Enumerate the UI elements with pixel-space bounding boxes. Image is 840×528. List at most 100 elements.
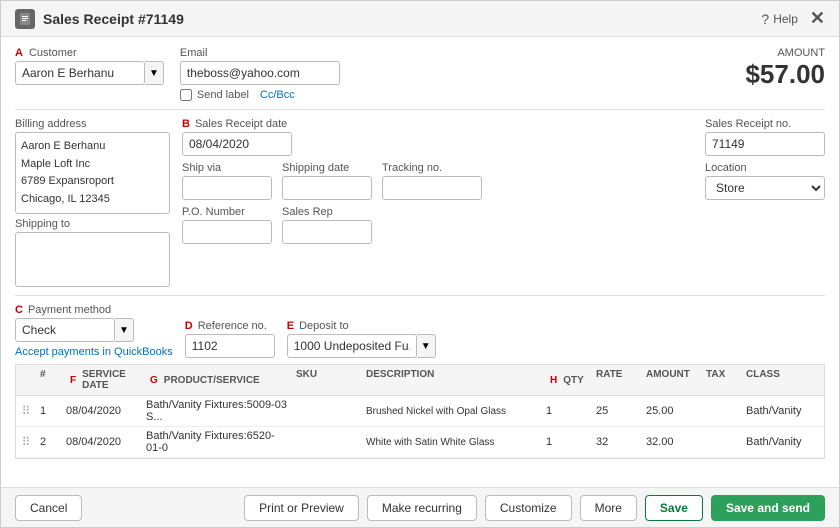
billing-line4: Chicago, IL 12345 — [21, 193, 110, 205]
billing-label: Billing address — [15, 118, 170, 130]
row-date[interactable]: 08/04/2020 — [62, 436, 142, 448]
col-service-date: F SERVICE DATE — [62, 369, 142, 391]
fields-row-1: B Sales Receipt date Sales Receipt no. — [182, 118, 825, 156]
billing-line1: Aaron E Berhanu — [21, 140, 105, 152]
divider-2 — [15, 295, 825, 296]
row-description: White with Satin White Glass — [362, 437, 542, 448]
table-header: # F SERVICE DATE G PRODUCT/SERVICE SKU D… — [16, 365, 824, 396]
row-product[interactable]: Bath/Vanity Fixtures:6520-01-0 — [142, 430, 292, 454]
send-label-row: Send label Cc/Bcc — [180, 89, 340, 101]
shipping-date-input[interactable] — [282, 176, 372, 200]
send-label-text: Send label — [197, 89, 249, 101]
col-product: G PRODUCT/SERVICE — [142, 369, 292, 391]
mid-section: Billing address Aaron E Berhanu Maple Lo… — [15, 118, 825, 287]
shipping-date-group: Shipping date — [282, 162, 372, 200]
section-label-d: D — [185, 320, 193, 332]
location-label: Location — [705, 162, 825, 174]
deposit-dropdown-arrow[interactable]: ▼ — [417, 334, 436, 358]
row-rate[interactable]: 25 — [592, 405, 642, 417]
right-fields: B Sales Receipt date Sales Receipt no. S… — [182, 118, 825, 287]
header-left: Sales Receipt #71149 — [15, 9, 184, 29]
drag-handle[interactable]: ⠿ — [16, 435, 36, 449]
email-input[interactable] — [180, 61, 340, 85]
row-rate[interactable]: 32 — [592, 436, 642, 448]
save-and-send-button[interactable]: Save and send — [711, 495, 825, 521]
save-button[interactable]: Save — [645, 495, 703, 521]
receipt-no-input[interactable] — [705, 132, 825, 156]
section-label-b: B — [182, 118, 190, 130]
reference-group: D Reference no. — [185, 320, 275, 358]
col-description: DESCRIPTION — [362, 369, 542, 391]
modal-body: A Customer ▼ Email Send label Cc/Bcc A — [1, 37, 839, 487]
table-row: ⠿ 2 08/04/2020 Bath/Vanity Fixtures:6520… — [16, 427, 824, 458]
section-label-c: C — [15, 304, 23, 316]
amount-value: $57.00 — [745, 59, 825, 90]
payment-label: Payment method — [28, 304, 111, 316]
customize-button[interactable]: Customize — [485, 495, 572, 521]
sales-rep-label: Sales Rep — [282, 206, 372, 218]
amount-label: AMOUNT — [745, 47, 825, 59]
shipping-date-label: Shipping date — [282, 162, 372, 174]
location-group: Location Store — [705, 162, 825, 200]
section-label-h: H — [546, 375, 561, 386]
row-qty[interactable]: 1 — [542, 436, 592, 448]
receipt-date-input[interactable] — [182, 132, 292, 156]
shipping-label: Shipping to — [15, 218, 170, 230]
ship-via-group: Ship via — [182, 162, 272, 200]
reference-input[interactable] — [185, 334, 275, 358]
print-preview-button[interactable]: Print or Preview — [244, 495, 359, 521]
footer-left: Cancel — [15, 495, 82, 521]
receipt-icon — [15, 9, 35, 29]
section-label-e: E — [287, 320, 294, 332]
sales-rep-input[interactable] — [282, 220, 372, 244]
drag-handle[interactable]: ⠿ — [16, 404, 36, 418]
billing-line3: 6789 Expansroport — [21, 175, 114, 187]
shipping-group: Shipping to — [15, 218, 170, 287]
po-number-input[interactable] — [182, 220, 272, 244]
col-drag — [16, 369, 36, 391]
billing-line2: Maple Loft Inc — [21, 158, 90, 170]
tracking-no-group: Tracking no. — [382, 162, 482, 200]
ship-via-input[interactable] — [182, 176, 272, 200]
row-amount: 25.00 — [642, 405, 702, 417]
top-row: A Customer ▼ Email Send label Cc/Bcc A — [15, 47, 825, 101]
line-items-table: # F SERVICE DATE G PRODUCT/SERVICE SKU D… — [15, 364, 825, 459]
location-select[interactable]: Store — [705, 176, 825, 200]
help-button[interactable]: ? Help — [761, 11, 797, 27]
customer-input[interactable] — [15, 61, 145, 85]
customer-dropdown-arrow[interactable]: ▼ — [145, 61, 164, 85]
row-num: 2 — [36, 436, 62, 448]
cc-bcc-link[interactable]: Cc/Bcc — [260, 89, 295, 101]
tracking-no-input[interactable] — [382, 176, 482, 200]
make-recurring-button[interactable]: Make recurring — [367, 495, 477, 521]
payment-input[interactable] — [15, 318, 115, 342]
payment-dropdown-arrow[interactable]: ▼ — [115, 318, 134, 342]
row-product[interactable]: Bath/Vanity Fixtures:5009-03 S... — [142, 399, 292, 423]
col-qty: H QTY — [542, 369, 592, 391]
col-tax: TAX — [702, 369, 742, 391]
accept-link[interactable]: Accept payments in QuickBooks — [15, 346, 173, 358]
row-qty[interactable]: 1 — [542, 405, 592, 417]
modal-header: Sales Receipt #71149 ? Help ✕ — [1, 1, 839, 37]
fields-row-2: Ship via Shipping date Tracking no. Loca… — [182, 162, 825, 200]
receipt-date-label: Sales Receipt date — [195, 118, 287, 130]
row-date[interactable]: 08/04/2020 — [62, 405, 142, 417]
row-num: 1 — [36, 405, 62, 417]
section-label-a: A — [15, 47, 23, 59]
col-rate: RATE — [592, 369, 642, 391]
more-button[interactable]: More — [580, 495, 637, 521]
modal-title: Sales Receipt #71149 — [43, 11, 184, 27]
close-button[interactable]: ✕ — [810, 8, 825, 29]
section-label-g: G — [146, 375, 162, 386]
help-label: Help — [773, 12, 798, 26]
header-right: ? Help ✕ — [761, 8, 825, 29]
amount-section: AMOUNT $57.00 — [745, 47, 825, 90]
sales-receipt-modal: Sales Receipt #71149 ? Help ✕ A Customer… — [0, 0, 840, 528]
deposit-input[interactable] — [287, 334, 417, 358]
send-label-checkbox[interactable] — [180, 89, 192, 101]
row-description: Brushed Nickel with Opal Glass — [362, 406, 542, 417]
cancel-button[interactable]: Cancel — [15, 495, 82, 521]
left-col: Billing address Aaron E Berhanu Maple Lo… — [15, 118, 170, 287]
deposit-label: Deposit to — [299, 320, 349, 332]
email-label: Email — [180, 47, 340, 59]
